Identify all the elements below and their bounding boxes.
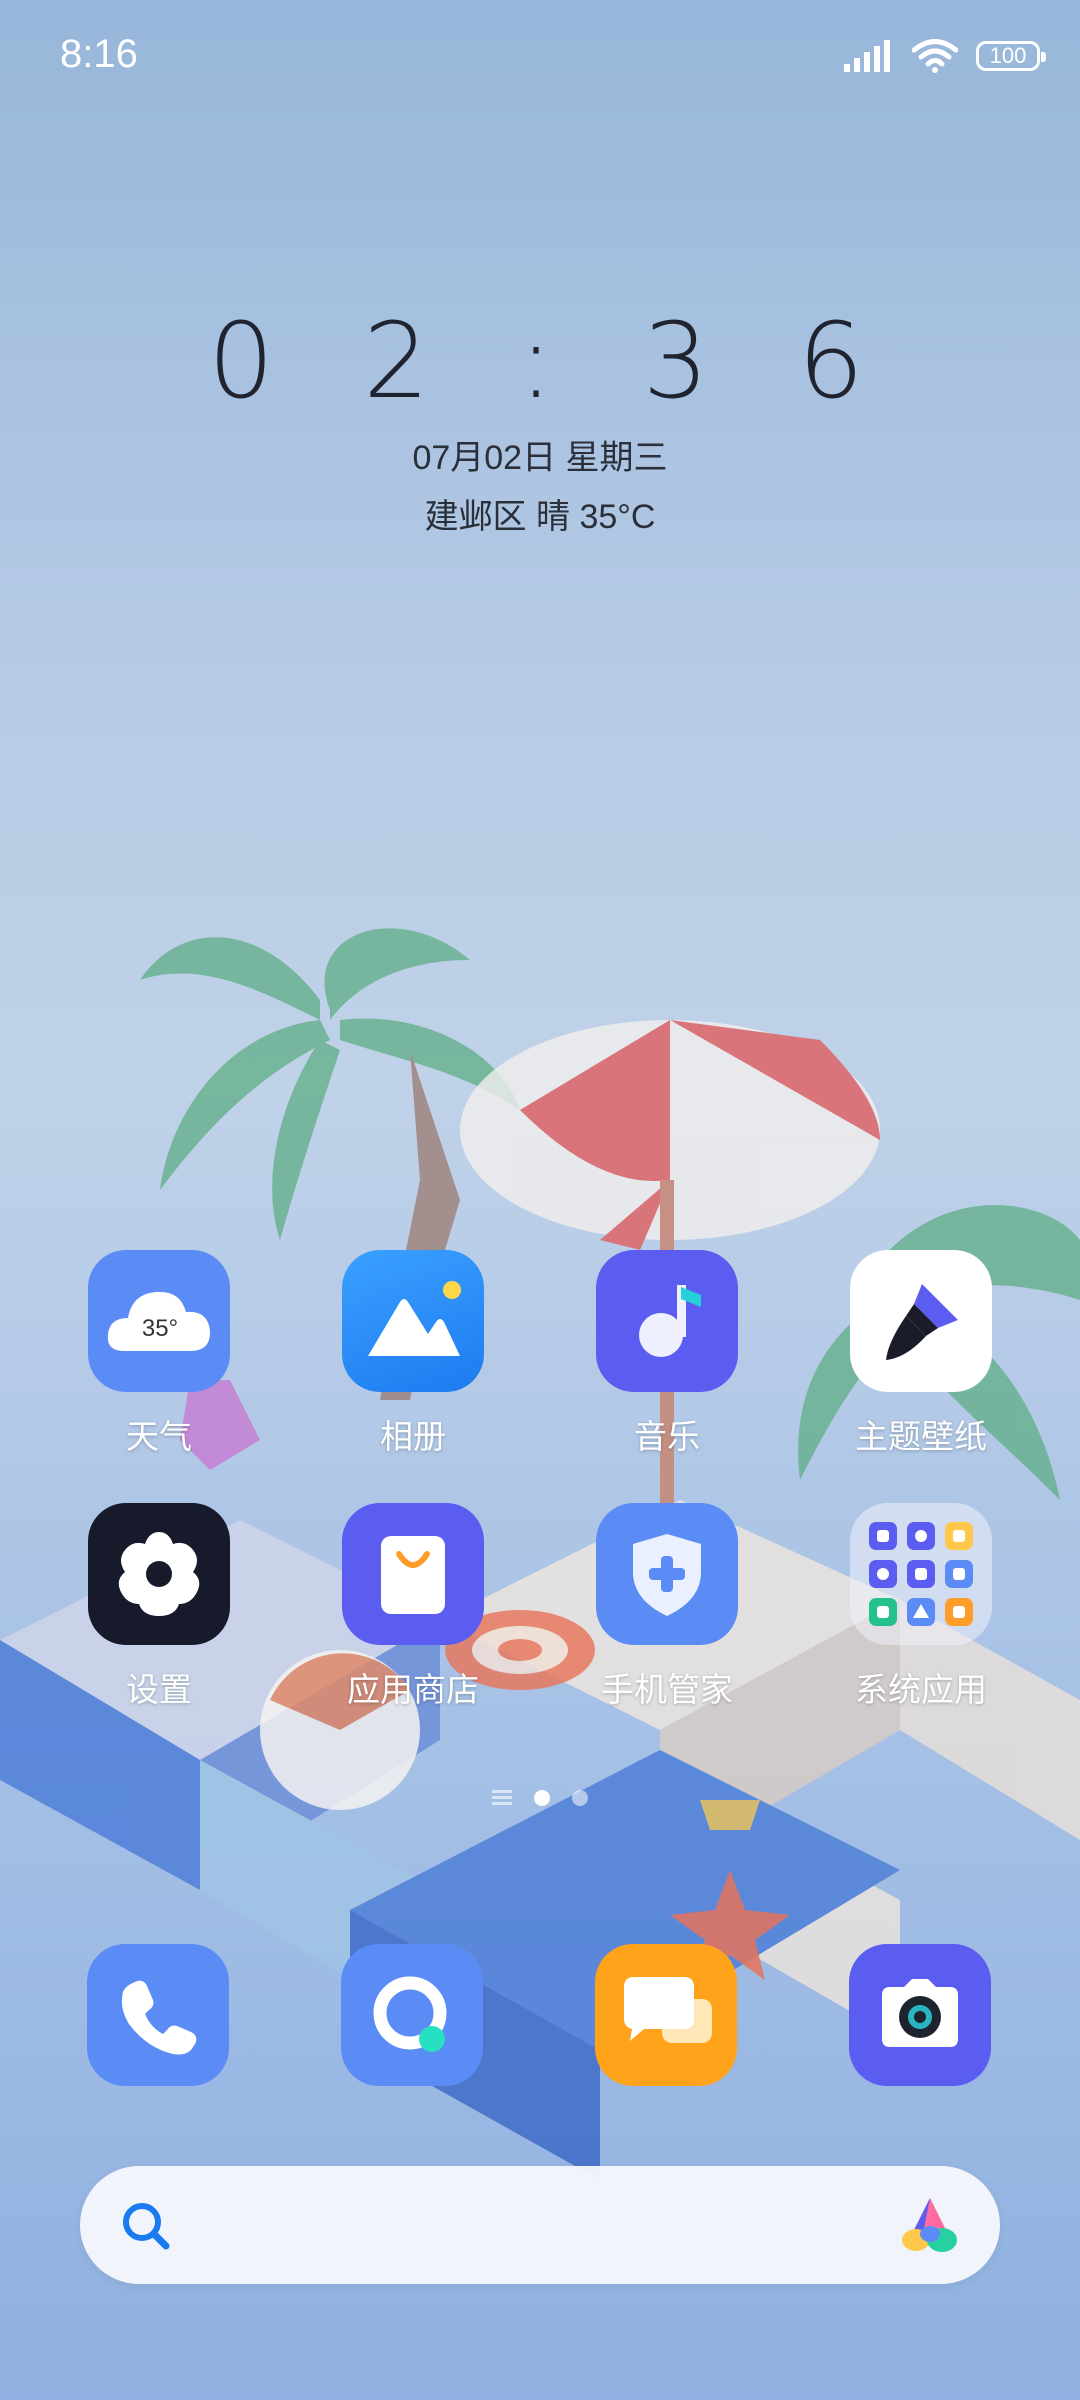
app-weather[interactable]: 35° 天气 [59, 1250, 259, 1458]
clock-date: 07月02日 星期三 [412, 439, 668, 477]
app-theme[interactable]: 主题壁纸 [821, 1250, 1021, 1458]
status-bar: 8:16 100 [0, 0, 1080, 110]
app-gallery-label: 相册 [380, 1418, 446, 1455]
wifi-icon [912, 39, 958, 73]
app-settings[interactable]: 设置 [59, 1503, 259, 1711]
search-bar[interactable] [80, 2166, 1000, 2284]
status-icons: 100 [844, 34, 1046, 78]
weather-summary: 建邺区 晴 35°C [424, 498, 656, 536]
app-gallery[interactable]: 相册 [313, 1250, 513, 1458]
page-dot-1[interactable] [534, 1790, 550, 1806]
app-weather-label: 天气 [126, 1418, 192, 1455]
app-music-label: 音乐 [634, 1418, 700, 1455]
battery-indicator: 100 [976, 41, 1046, 71]
app-folder-system[interactable]: 系统应用 [821, 1503, 1021, 1711]
dock-phone[interactable] [87, 1944, 229, 2086]
app-phone-manager-label: 手机管家 [601, 1671, 733, 1708]
battery-level: 100 [989, 43, 1027, 68]
phone-icon [121, 1980, 197, 2055]
weather-temp: 35° [142, 1315, 178, 1342]
app-store[interactable]: 应用商店 [313, 1503, 513, 1711]
app-store-bag-icon [342, 1503, 484, 1645]
theme-brush-icon [850, 1250, 992, 1392]
page-indicator[interactable] [0, 1790, 1080, 1806]
messages-icon [624, 1977, 712, 2043]
app-settings-label: 设置 [126, 1671, 192, 1708]
clock-time: 0 2 : 3 6 [208, 300, 892, 422]
clock-weather-widget[interactable]: 0 2 : 3 6 07月02日 星期三 建邺区 晴 35°C [0, 300, 1080, 538]
app-phone-manager[interactable]: 手机管家 [567, 1503, 767, 1711]
status-time: 8:16 [60, 32, 138, 76]
search-icon[interactable] [120, 2200, 172, 2252]
page-list-icon[interactable] [492, 1790, 512, 1806]
app-folder-system-label: 系统应用 [855, 1671, 987, 1708]
signal-icon [844, 40, 890, 72]
music-icon [596, 1250, 738, 1392]
weather-icon: 35° [88, 1250, 230, 1392]
dock-browser[interactable] [341, 1944, 483, 2086]
camera-icon [882, 1979, 958, 2047]
browser-icon [373, 1976, 447, 2052]
app-music[interactable]: 音乐 [567, 1250, 767, 1458]
dock-messages[interactable] [595, 1944, 737, 2086]
phone-manager-shield-icon [596, 1503, 738, 1645]
page-dot-2[interactable] [572, 1790, 588, 1806]
gallery-icon [342, 1250, 484, 1392]
app-theme-label: 主题壁纸 [855, 1418, 987, 1455]
system-apps-folder-icon [850, 1503, 992, 1645]
dock-camera[interactable] [849, 1944, 991, 2086]
app-store-label: 应用商店 [347, 1671, 479, 1708]
settings-gear-icon [88, 1503, 230, 1645]
ai-assistant-icon[interactable] [898, 2194, 962, 2256]
